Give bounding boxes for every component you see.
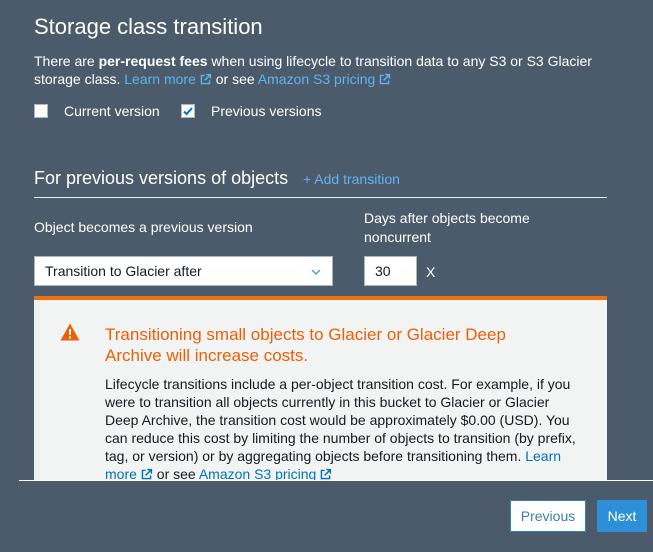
footer-divider [19,480,653,481]
warning-icon [60,323,80,341]
checkmark-icon [183,107,193,116]
pricing-label: Amazon S3 pricing [257,71,376,87]
external-link-icon [321,468,332,480]
alert-pricing-label: Amazon S3 pricing [198,466,317,480]
add-transition-link[interactable]: + Add transition [303,171,400,187]
previous-button[interactable]: Previous [510,500,586,532]
subsection-title: For previous versions of objects [34,168,289,188]
desc-prefix: There are [34,53,99,69]
external-link-icon [200,73,211,85]
transition-select[interactable]: Transition to Glacier after [34,256,333,286]
alert-body: Lifecycle transitions include a per-obje… [105,375,585,480]
external-link-icon [380,73,391,85]
alert-or-see: or see [152,466,199,480]
next-button[interactable]: Next [597,500,647,532]
learn-more-link[interactable]: Learn more [124,71,212,87]
alert-pricing-link[interactable]: Amazon S3 pricing [199,466,333,480]
previous-versions-label: Previous versions [211,103,322,119]
section-description: There are per-request fees when using li… [34,52,604,88]
days-unit: X [426,264,436,280]
pricing-link[interactable]: Amazon S3 pricing [258,71,392,87]
section-title: Storage class transition [34,14,263,39]
current-version-option[interactable]: Current version [34,103,160,119]
days-label: Days after objects become noncurrent [364,210,530,245]
alert-body-text: Lifecycle transitions include a per-obje… [105,376,576,464]
current-version-checkbox[interactable] [34,104,48,118]
cost-warning-alert: Transitioning small objects to Glacier o… [34,296,607,480]
transition-select-value: Transition to Glacier after [45,263,202,279]
transition-label: Object becomes a previous version [34,219,253,235]
learn-more-label: Learn more [124,71,196,87]
divider [34,197,607,198]
days-input[interactable] [364,256,417,286]
chevron-down-icon [311,269,321,276]
or-see-text: or see [211,71,258,87]
previous-versions-option[interactable]: Previous versions [181,103,322,119]
desc-bold: per-request fees [98,53,208,69]
alert-title: Transitioning small objects to Glacier o… [105,325,506,365]
external-link-icon [141,468,153,480]
current-version-label: Current version [64,103,160,119]
previous-versions-checkbox[interactable] [181,104,195,118]
